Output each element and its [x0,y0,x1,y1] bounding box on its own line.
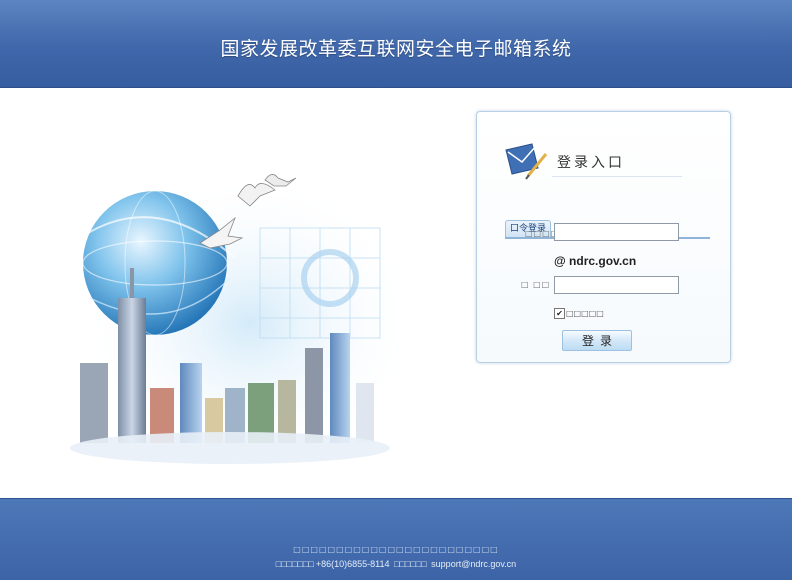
footer-phone: +86(10)6855-8114 [315,559,390,569]
login-panel: 登录入口 口令登录 □□□□ @ ndrc.gov.cn □ □□ ✔ □□□□… [476,111,731,363]
remember-me[interactable]: ✔ □□□□□ [554,308,604,319]
login-title: 登录入口 [557,155,625,171]
password-input[interactable] [554,276,679,294]
password-label: □ □□ [521,280,551,289]
footer-bar: □□□□□□□□□□□□□□□□□□□□□□□□ □□□□□□□ +86(10)6… [0,498,792,580]
footer-contact: □□□□□□□ +86(10)6855-8114 □□□□□□ support@n… [0,559,792,569]
page-title: 国家发展改革委互联网安全电子邮箱系统 [220,38,572,60]
city-globe-illustration [70,173,420,473]
footer-email[interactable]: support@ndrc.gov.cn [431,559,516,569]
mail-domain: @ ndrc.gov.cn [554,254,637,268]
footer-email-label: □□□□□□ [394,559,427,569]
header-bar: 国家发展改革委互联网安全电子邮箱系统 [0,0,792,88]
title-divider [552,176,682,177]
username-input[interactable] [554,223,679,241]
login-page: 国家发展改革委互联网安全电子邮箱系统 登录入口 口令登录 □□□□ @ ndrc… [0,0,792,580]
checkbox-icon[interactable]: ✔ [554,308,565,319]
login-envelope-icon [505,143,548,180]
main-area: 登录入口 口令登录 □□□□ @ ndrc.gov.cn □ □□ ✔ □□□□… [0,88,792,498]
footer-phone-label: □□□□□□□ [275,559,314,569]
login-button[interactable]: 登录 [562,330,632,351]
footer-notice: □□□□□□□□□□□□□□□□□□□□□□□□ [293,545,499,554]
remember-label: □□□□□ [566,309,604,318]
